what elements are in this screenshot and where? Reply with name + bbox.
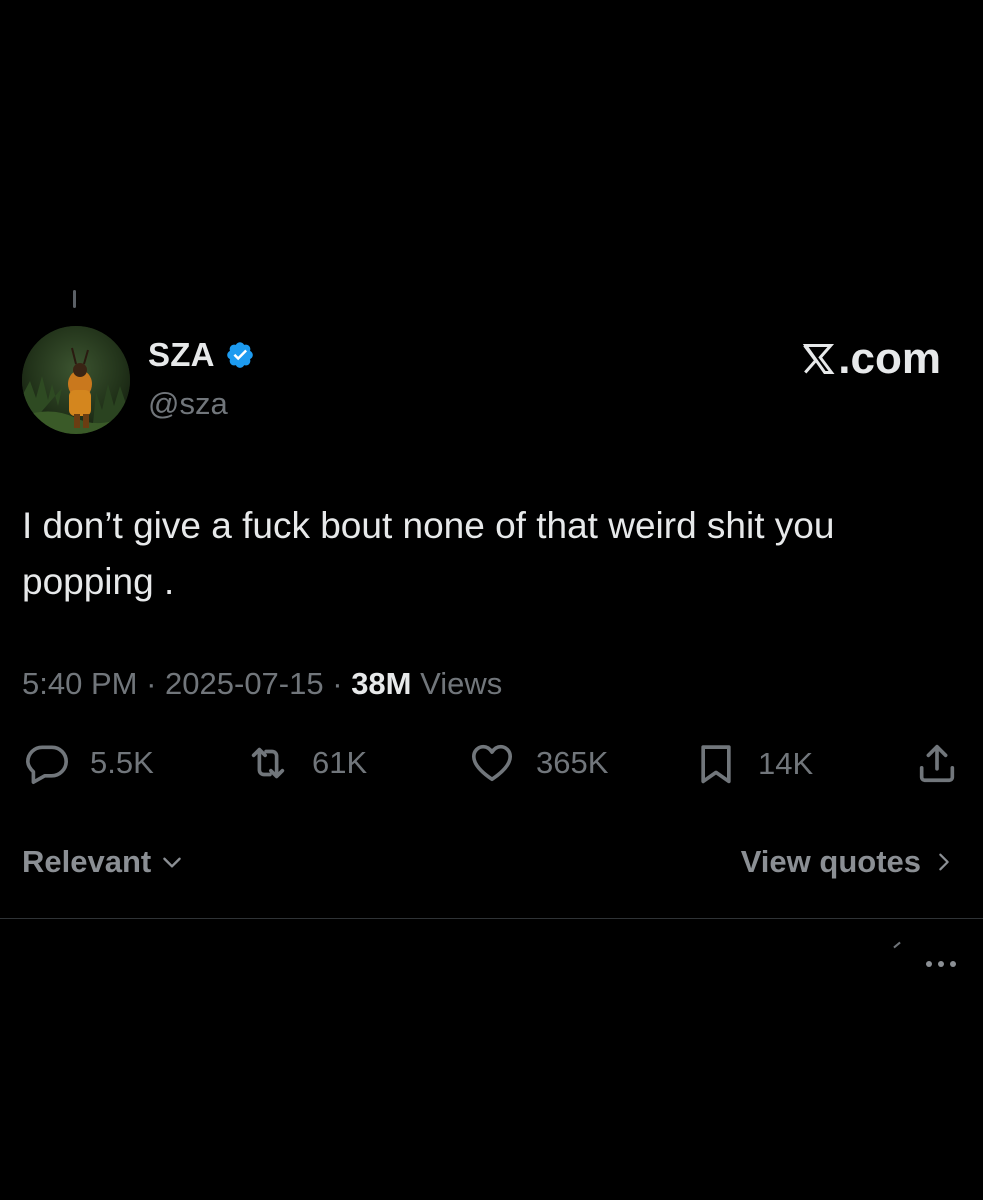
reply-button[interactable]: 5.5K	[24, 740, 154, 786]
meta-separator: ·	[146, 666, 157, 701]
chevron-right-icon	[939, 853, 949, 871]
verified-badge-icon	[225, 340, 255, 370]
replies-sort-label: Relevant	[22, 844, 152, 879]
thread-connector-line	[73, 290, 76, 308]
bookmark-button[interactable]: 14K	[694, 740, 813, 788]
brand-domain: .com	[838, 334, 941, 383]
meta-separator: ·	[332, 666, 343, 701]
more-options-button[interactable]	[923, 954, 959, 974]
bookmark-icon	[701, 745, 731, 784]
avatar[interactable]	[22, 326, 130, 434]
chevron-down-icon	[163, 857, 182, 868]
reply-count: 5.5K	[90, 745, 154, 780]
repost-button[interactable]: 61K	[244, 740, 367, 786]
reply-icon	[26, 745, 68, 784]
author-name-row[interactable]: SZA	[148, 336, 255, 374]
bookmark-count: 14K	[758, 746, 814, 781]
replies-sort-dropdown[interactable]: Relevant	[22, 844, 185, 880]
views-count[interactable]: 38M	[351, 666, 411, 701]
author-display-name[interactable]: SZA	[148, 336, 215, 374]
share-icon	[919, 744, 955, 783]
more-dots-icon	[926, 961, 956, 967]
tweet-action-bar: 5.5K 61K 365K 14K	[0, 740, 983, 790]
views-label: Views	[420, 666, 503, 701]
tweet-time[interactable]: 5:40 PM	[22, 666, 137, 701]
view-quotes-link[interactable]: View quotes	[741, 844, 955, 880]
x-logo-icon	[803, 344, 835, 374]
share-button[interactable]	[914, 740, 960, 786]
repost-count: 61K	[312, 745, 368, 780]
section-divider	[0, 918, 983, 919]
tweet-text: I don’t give a fuck bout none of that we…	[22, 505, 835, 602]
tweet-date[interactable]: 2025-07-15	[165, 666, 324, 701]
avatar-image	[22, 326, 130, 434]
repost-icon	[251, 747, 285, 779]
scroll-artifact	[893, 941, 901, 949]
heart-icon	[471, 744, 513, 782]
like-button[interactable]: 365K	[468, 740, 608, 786]
like-count: 365K	[536, 745, 609, 780]
view-quotes-label: View quotes	[740, 844, 921, 879]
author-handle[interactable]: @sza	[148, 386, 228, 422]
x-logo: .com	[800, 334, 941, 384]
tweet-metadata: 5:40 PM · 2025-07-15 · 38M Views	[22, 666, 502, 702]
